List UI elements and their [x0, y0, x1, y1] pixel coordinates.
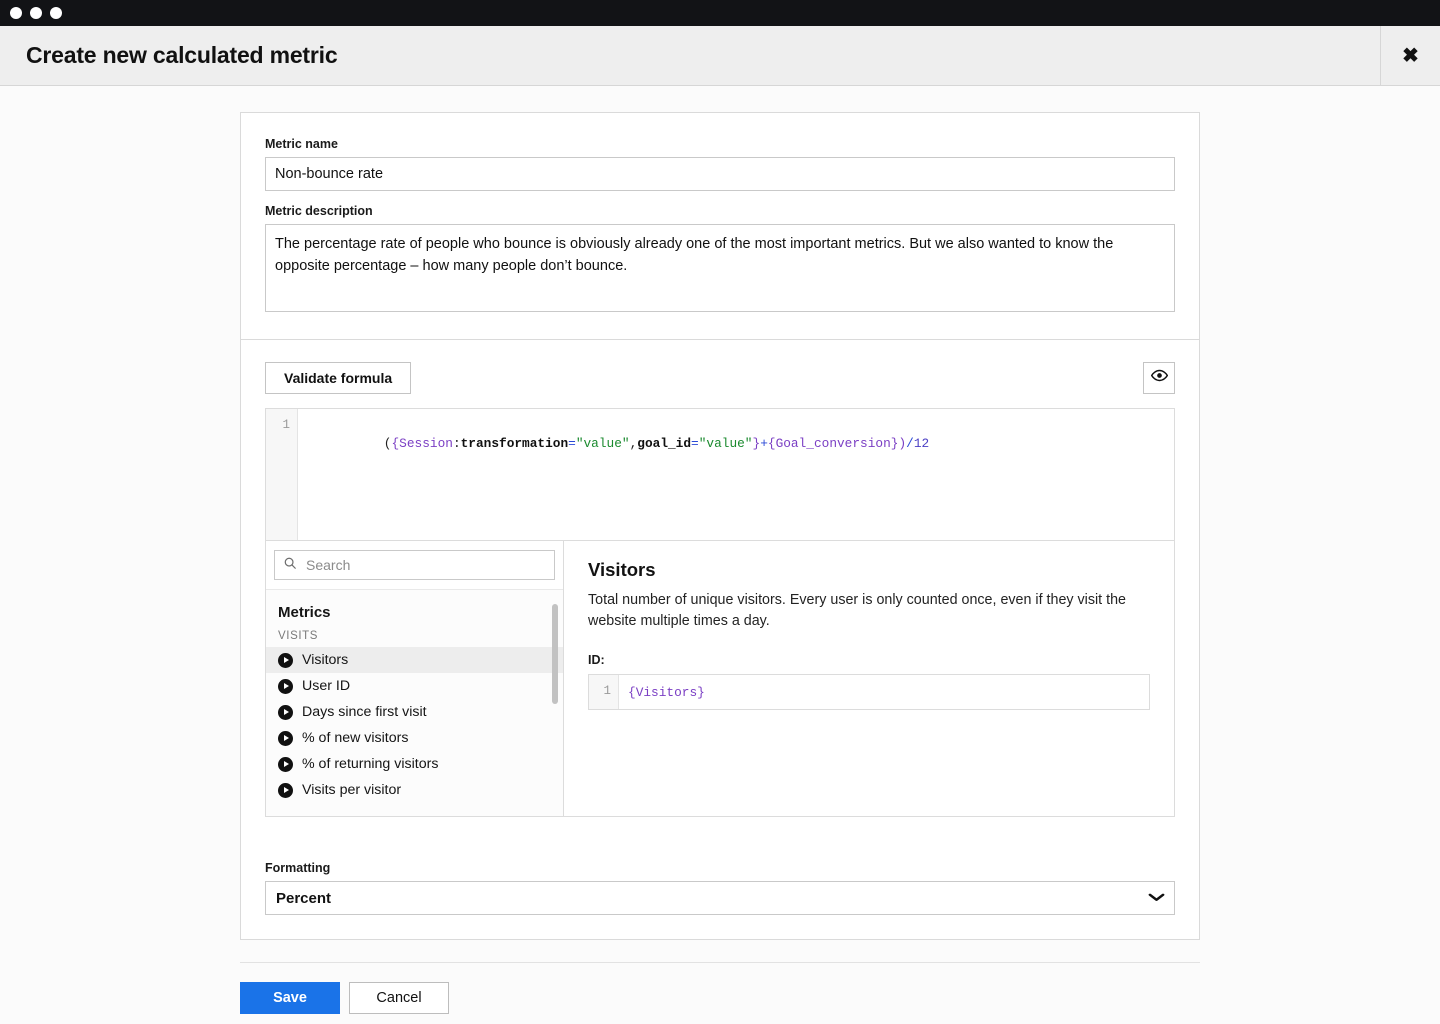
preview-toggle-button[interactable]	[1143, 362, 1175, 394]
formula-token-id: Session	[399, 436, 453, 451]
metric-list-item-label: Visitors	[302, 652, 349, 668]
code-brace-open: {	[628, 685, 636, 700]
metric-detail-panel: Visitors Total number of unique visitors…	[564, 541, 1174, 816]
play-icon	[278, 678, 293, 694]
metric-list-heading: Metrics	[278, 604, 331, 621]
metric-list-scroll-area: Metrics VISITS Visitors User ID Days since…	[266, 590, 563, 816]
eye-icon	[1150, 367, 1168, 389]
metric-detail-line-number: 1	[589, 675, 619, 709]
modal-header: Create new calculated metric ✖	[0, 26, 1440, 86]
metric-list-item[interactable]: % of returning visitors	[266, 751, 563, 777]
formatting-section: Formatting Percent	[241, 841, 1199, 939]
metric-description-input[interactable]: The percentage rate of people who bounce…	[265, 224, 1175, 312]
formula-token-brace: )	[898, 436, 907, 451]
metric-description-label: Metric description	[265, 204, 373, 218]
metric-list-item-label: % of returning visitors	[302, 756, 439, 772]
chevron-down-icon	[1148, 891, 1165, 905]
play-icon	[278, 652, 293, 668]
cancel-button[interactable]: Cancel	[349, 982, 449, 1014]
metric-name-input[interactable]	[265, 157, 1175, 191]
search-box[interactable]	[274, 550, 555, 580]
formatting-select[interactable]: Percent	[265, 881, 1175, 915]
metric-meta-section: Metric name Metric description The perce…	[241, 113, 1199, 339]
formula-token-brace: {	[767, 436, 776, 451]
formatting-selected-value: Percent	[276, 889, 332, 907]
metric-list-item-label: % of new visitors	[302, 730, 409, 746]
metric-list-item[interactable]: Visits per visitor	[266, 777, 563, 803]
metric-list-item[interactable]: % of new visitors	[266, 725, 563, 751]
metric-list-item[interactable]: Visitors	[266, 647, 563, 673]
formula-token-op: /	[906, 436, 914, 451]
formula-code-text[interactable]: ({Session:transformation="value",goal_id…	[298, 409, 1174, 540]
formula-token-plain: :	[452, 436, 461, 451]
play-icon	[278, 756, 293, 772]
validate-formula-button[interactable]: Validate formula	[265, 362, 412, 394]
metric-picker: Metrics VISITS Visitors User ID Days since…	[265, 541, 1175, 817]
scrollbar-thumb[interactable]	[552, 604, 558, 704]
metric-list-scrollbar[interactable]	[552, 604, 558, 816]
metric-card: Metric name Metric description The perce…	[240, 112, 1200, 940]
formula-token-num: 12	[913, 436, 930, 451]
formula-section: Validate formula 1 ({Session:transformat…	[241, 339, 1199, 841]
play-icon	[278, 782, 293, 798]
formula-line-number: 1	[266, 409, 298, 540]
modal-footer: Save Cancel	[240, 962, 1200, 1014]
formatting-label: Formatting	[265, 861, 331, 875]
metric-detail-description: Total number of unique visitors. Every u…	[588, 592, 1126, 629]
formula-token-op: =	[568, 436, 576, 451]
metric-detail-title: Visitors	[588, 559, 656, 580]
formula-token-op: =	[691, 436, 699, 451]
close-icon[interactable]: ✖	[1380, 26, 1440, 85]
metric-detail-id-label: ID:	[588, 653, 605, 667]
play-icon	[278, 730, 293, 746]
formula-token-key: goal_id	[637, 436, 692, 451]
modal-body: Metric name Metric description The perce…	[0, 86, 1440, 1024]
metric-detail-id-code[interactable]: 1 {Visitors}	[588, 674, 1150, 710]
search-wrapper	[266, 541, 563, 590]
formula-token-op: +	[760, 436, 768, 451]
formula-token-key: transformation	[460, 436, 569, 451]
metric-detail-code-text: {Visitors}	[619, 675, 1149, 709]
traffic-light-close-icon[interactable]	[10, 7, 22, 19]
metric-picker-list-panel: Metrics VISITS Visitors User ID Days since…	[266, 541, 564, 816]
formula-token-str: "value"	[575, 436, 630, 451]
traffic-light-minimize-icon[interactable]	[30, 7, 42, 19]
save-button[interactable]: Save	[240, 982, 340, 1014]
metric-name-label: Metric name	[265, 137, 338, 151]
page-title: Create new calculated metric	[26, 42, 338, 68]
code-brace-close: }	[697, 685, 705, 700]
metric-list-item[interactable]: User ID	[266, 673, 563, 699]
search-icon	[283, 556, 297, 575]
play-icon	[278, 704, 293, 720]
metric-list-item[interactable]: Days since first visit	[266, 699, 563, 725]
metric-list-item-label: User ID	[302, 678, 351, 694]
metric-list-item-label: Days since first visit	[302, 704, 427, 720]
formula-token-id: Goal_conversion	[775, 436, 891, 451]
traffic-light-maximize-icon[interactable]	[50, 7, 62, 19]
formula-editor[interactable]: 1 ({Session:transformation="value",goal_…	[265, 408, 1175, 541]
metric-list-item-label: Visits per visitor	[302, 782, 402, 798]
formula-toolbar: Validate formula	[265, 362, 1175, 394]
search-input[interactable]	[304, 556, 546, 574]
code-identifier: Visitors	[635, 685, 698, 700]
formula-token-str: "value"	[698, 436, 753, 451]
metric-group-label: VISITS	[278, 630, 319, 642]
window-titlebar	[0, 0, 1440, 26]
